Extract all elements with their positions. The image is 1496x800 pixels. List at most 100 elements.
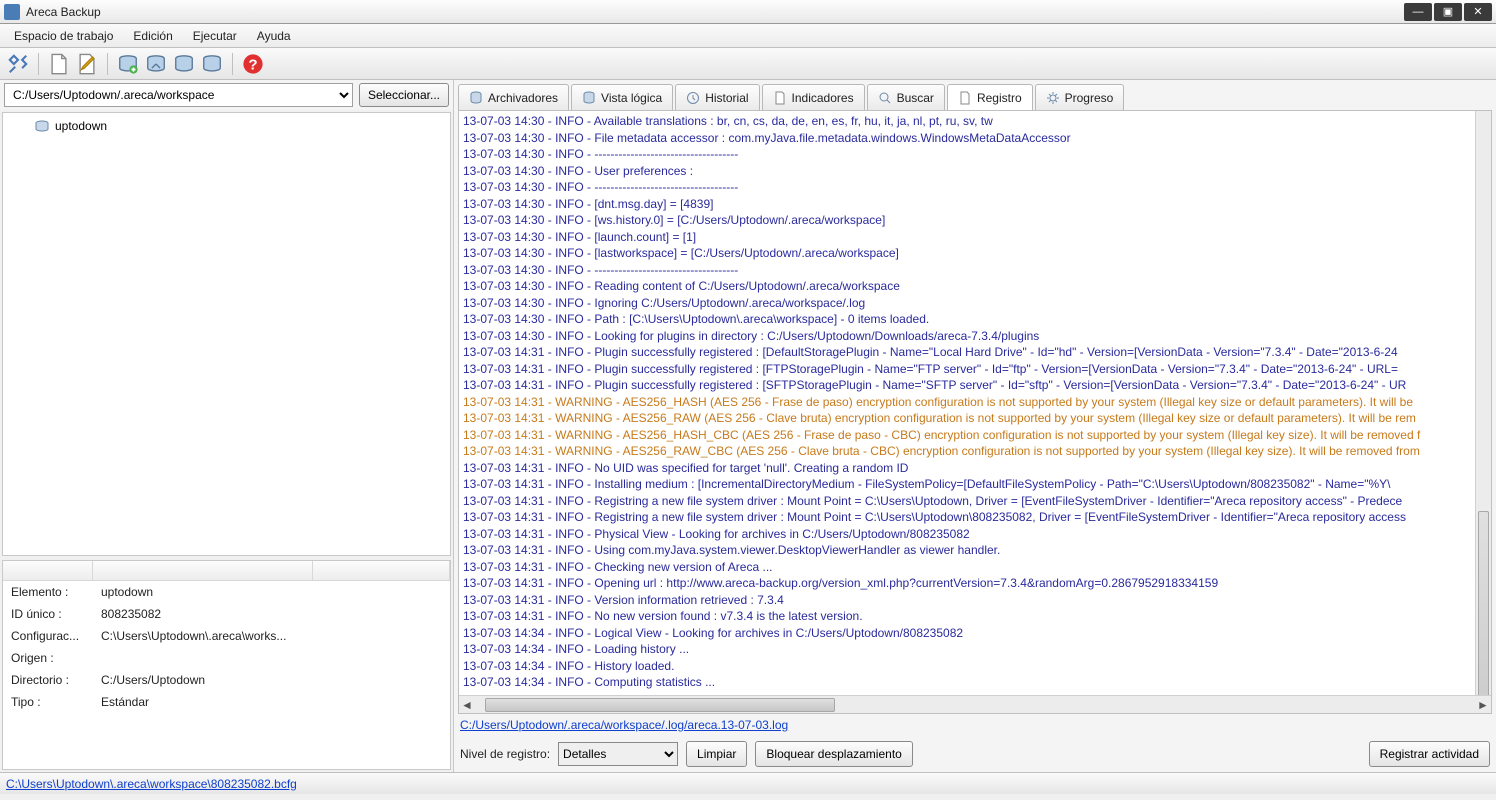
menu-workspace[interactable]: Espacio de trabajo — [4, 26, 123, 46]
vertical-scrollbar[interactable] — [1475, 111, 1491, 695]
workspace-path-select[interactable]: C:/Users/Uptodown/.areca/workspace — [4, 83, 353, 107]
preferences-icon[interactable] — [6, 52, 30, 76]
svg-text:?: ? — [248, 56, 257, 73]
backup-group-icon[interactable] — [144, 52, 168, 76]
toolbar-separator — [107, 53, 108, 75]
select-workspace-button[interactable]: Seleccionar... — [359, 83, 449, 107]
toolbar-separator — [232, 53, 233, 75]
register-activity-button[interactable]: Registrar actividad — [1369, 741, 1490, 767]
prop-key-config: Configurac... — [3, 629, 93, 643]
log-line: 13-07-03 14:30 - INFO - File metadata ac… — [463, 130, 1471, 147]
log-line-warning: 13-07-03 14:31 - WARNING - AES256_HASH_C… — [463, 427, 1471, 444]
log-line: 13-07-03 14:34 - INFO - Logical View - L… — [463, 625, 1471, 642]
lock-scroll-button[interactable]: Bloquear desplazamiento — [755, 741, 912, 767]
log-line: 13-07-03 14:31 - INFO - Version informat… — [463, 592, 1471, 609]
prop-key-origin: Origen : — [3, 651, 93, 665]
horizontal-scrollbar[interactable]: ◄ ► — [459, 695, 1491, 713]
tab-archivers[interactable]: Archivadores — [458, 84, 569, 110]
new-file-icon[interactable] — [47, 52, 71, 76]
log-content[interactable]: 13-07-03 14:30 - INFO - Available transl… — [459, 111, 1475, 695]
menu-edit[interactable]: Edición — [123, 26, 182, 46]
log-line: 13-07-03 14:31 - INFO - Opening url : ht… — [463, 575, 1471, 592]
log-file-link-row: C:/Users/Uptodown/.areca/workspace/.log/… — [454, 714, 1496, 736]
scroll-left-icon[interactable]: ◄ — [459, 697, 475, 713]
menu-run[interactable]: Ejecutar — [183, 26, 247, 46]
status-config-link[interactable]: C:\Users\Uptodown\.areca\workspace\80823… — [6, 777, 297, 791]
toolbar: ? — [0, 48, 1496, 80]
properties-panel: Elemento :uptodown ID único :808235082 C… — [2, 560, 451, 770]
log-line: 13-07-03 14:31 - INFO - Registring a new… — [463, 493, 1471, 510]
log-line: 13-07-03 14:31 - INFO - No UID was speci… — [463, 460, 1471, 477]
backup-simulate-icon[interactable] — [200, 52, 224, 76]
prop-val-config: C:\Users\Uptodown\.areca\works... — [93, 629, 286, 643]
log-panel: 13-07-03 14:30 - INFO - Available transl… — [458, 110, 1492, 714]
page-icon — [773, 91, 787, 105]
statusbar: C:\Users\Uptodown\.areca\workspace\80823… — [0, 772, 1496, 794]
clock-icon — [686, 91, 700, 105]
tab-search[interactable]: Buscar — [867, 84, 945, 110]
window-title: Areca Backup — [26, 5, 101, 19]
log-controls-bar: Nivel de registro: Detalles Limpiar Bloq… — [454, 736, 1496, 772]
log-file-link[interactable]: C:/Users/Uptodown/.areca/workspace/.log/… — [460, 718, 788, 732]
log-line: 13-07-03 14:31 - INFO - Plugin successfu… — [463, 361, 1471, 378]
log-line: 13-07-03 14:34 - INFO - History loaded. — [463, 658, 1471, 675]
backup-check-icon[interactable] — [172, 52, 196, 76]
background-browser-tabs — [101, 0, 1404, 23]
log-level-select[interactable]: Detalles — [558, 742, 678, 766]
menu-help[interactable]: Ayuda — [247, 26, 301, 46]
log-line: 13-07-03 14:31 - INFO - Installing mediu… — [463, 476, 1471, 493]
database-icon — [582, 91, 596, 105]
log-line: 13-07-03 14:30 - INFO - ----------------… — [463, 262, 1471, 279]
maximize-button[interactable]: ▣ — [1434, 3, 1462, 21]
tree-item-uptodown[interactable]: uptodown — [7, 117, 446, 135]
tab-bar: Archivadores Vista lógica Historial Indi… — [454, 80, 1496, 110]
search-icon — [878, 91, 892, 105]
prop-key-element: Elemento : — [3, 585, 93, 599]
log-level-label: Nivel de registro: — [460, 747, 550, 761]
menubar: Espacio de trabajo Edición Ejecutar Ayud… — [0, 24, 1496, 48]
prop-key-id: ID único : — [3, 607, 93, 621]
prop-val-element: uptodown — [93, 585, 153, 599]
log-line: 13-07-03 14:30 - INFO - [launch.count] =… — [463, 229, 1471, 246]
log-line: 13-07-03 14:30 - INFO - Reading content … — [463, 278, 1471, 295]
log-line: 13-07-03 14:31 - INFO - Plugin successfu… — [463, 377, 1471, 394]
log-line: 13-07-03 14:31 - INFO - Using com.myJava… — [463, 542, 1471, 559]
tab-logical-view[interactable]: Vista lógica — [571, 84, 673, 110]
log-line: 13-07-03 14:31 - INFO - Checking new ver… — [463, 559, 1471, 576]
prop-key-dir: Directorio : — [3, 673, 93, 687]
log-line: 13-07-03 14:31 - INFO - No new version f… — [463, 608, 1471, 625]
log-line: 13-07-03 14:30 - INFO - [ws.history.0] =… — [463, 212, 1471, 229]
tab-log[interactable]: Registro — [947, 84, 1033, 110]
tab-indicators[interactable]: Indicadores — [762, 84, 865, 110]
log-line: 13-07-03 14:34 - INFO - Loading history … — [463, 641, 1471, 658]
log-line: 13-07-03 14:31 - INFO - Registring a new… — [463, 509, 1471, 526]
log-line: 13-07-03 14:30 - INFO - Path : [C:\Users… — [463, 311, 1471, 328]
log-line: 13-07-03 14:31 - INFO - Physical View - … — [463, 526, 1471, 543]
close-button[interactable]: ✕ — [1464, 3, 1492, 21]
tab-progress[interactable]: Progreso — [1035, 84, 1125, 110]
log-line: 13-07-03 14:30 - INFO - Ignoring C:/User… — [463, 295, 1471, 312]
backup-icon[interactable] — [116, 52, 140, 76]
workspace-path-row: C:/Users/Uptodown/.areca/workspace Selec… — [0, 80, 453, 110]
targets-tree[interactable]: uptodown — [2, 112, 451, 556]
help-icon[interactable]: ? — [241, 52, 265, 76]
scrollbar-thumb[interactable] — [1478, 511, 1489, 714]
tree-item-label: uptodown — [55, 119, 107, 133]
scroll-right-icon[interactable]: ► — [1475, 697, 1491, 713]
edit-file-icon[interactable] — [75, 52, 99, 76]
log-line: 13-07-03 14:30 - INFO - [dnt.msg.day] = … — [463, 196, 1471, 213]
prop-key-type: Tipo : — [3, 695, 93, 709]
clear-log-button[interactable]: Limpiar — [686, 741, 747, 767]
database-icon — [35, 120, 49, 132]
log-line: 13-07-03 14:30 - INFO - ----------------… — [463, 146, 1471, 163]
tab-history[interactable]: Historial — [675, 84, 759, 110]
scrollbar-thumb[interactable] — [485, 698, 835, 712]
log-line: 13-07-03 14:30 - INFO - [lastworkspace] … — [463, 245, 1471, 262]
minimize-button[interactable]: — — [1404, 3, 1432, 21]
toolbar-separator — [38, 53, 39, 75]
log-line: 13-07-03 14:30 - INFO - Available transl… — [463, 113, 1471, 130]
log-line-warning: 13-07-03 14:31 - WARNING - AES256_HASH (… — [463, 394, 1471, 411]
log-line: 13-07-03 14:30 - INFO - ----------------… — [463, 179, 1471, 196]
app-icon — [4, 4, 20, 20]
database-icon — [469, 91, 483, 105]
